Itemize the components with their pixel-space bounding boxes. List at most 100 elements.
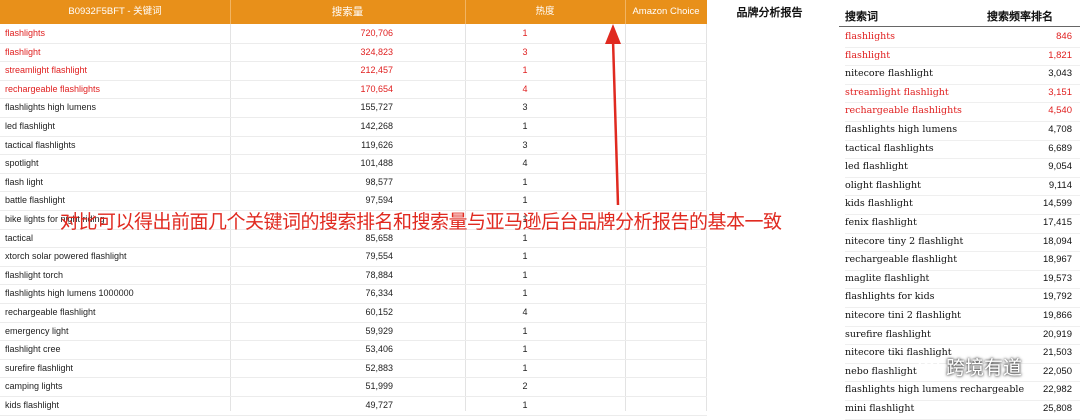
table-row[interactable]: tactical flashlights 119,626 3 bbox=[0, 136, 707, 156]
left-keyword-table: B0932F5BFT - 关键词 搜索量 热度 Amazon Choice fl… bbox=[0, 0, 707, 416]
cell-keyword[interactable]: surefire flashlight bbox=[5, 359, 73, 378]
cell-heat[interactable]: 3 bbox=[465, 98, 585, 117]
cell-search-volume[interactable]: 79,554 bbox=[365, 247, 393, 266]
search-frequency-rank: 19,792 bbox=[1042, 291, 1072, 303]
cell-keyword[interactable]: flash light bbox=[5, 173, 43, 192]
table-row[interactable]: xtorch solar powered flashlight 79,554 1 bbox=[0, 247, 707, 267]
search-term: nitecore tini 2 flashlight bbox=[845, 310, 962, 321]
header-heat[interactable]: 热度 bbox=[465, 0, 625, 24]
header-search-term: 搜索词 bbox=[845, 10, 878, 23]
cell-search-volume[interactable]: 53,406 bbox=[365, 340, 393, 359]
cell-keyword[interactable]: streamlight flashlight bbox=[5, 61, 87, 80]
cell-search-volume[interactable]: 60,152 bbox=[365, 303, 393, 322]
list-item: flashlight 1,821 bbox=[845, 47, 1080, 67]
cell-heat[interactable]: 4 bbox=[465, 303, 585, 322]
table-row[interactable]: rechargeable flashlight 60,152 4 bbox=[0, 303, 707, 323]
search-frequency-rank: 17,415 bbox=[1042, 217, 1072, 228]
search-frequency-rank: 3,151 bbox=[1048, 86, 1072, 98]
list-item: mini flashlight 25,808 bbox=[845, 400, 1080, 420]
cell-keyword[interactable]: rechargeable flashlights bbox=[5, 80, 100, 99]
search-term: nitecore flashlight bbox=[845, 68, 933, 80]
search-term: nitecore tiny 2 flashlight bbox=[845, 235, 964, 247]
cell-heat[interactable]: 1 bbox=[465, 284, 585, 303]
cell-search-volume[interactable]: 101,488 bbox=[360, 154, 393, 173]
cell-search-volume[interactable]: 142,268 bbox=[360, 117, 393, 136]
cell-search-volume[interactable]: 720,706 bbox=[360, 24, 393, 43]
brand-analysis-report: 品牌分析报告 搜索词 搜索频率排名 flashlights 846 flashlig… bbox=[707, 0, 1080, 420]
table-row[interactable]: kids flashlight 49,727 1 bbox=[0, 396, 707, 416]
cell-keyword[interactable]: tactical bbox=[5, 229, 33, 248]
cell-heat[interactable]: 1 bbox=[465, 322, 585, 341]
cell-search-volume[interactable]: 52,883 bbox=[365, 359, 393, 378]
header-amazon-choice[interactable]: Amazon Choice bbox=[625, 0, 707, 24]
cell-heat[interactable]: 1 bbox=[465, 396, 585, 415]
table-row[interactable]: flashlights 720,706 1 bbox=[0, 24, 707, 44]
cell-keyword[interactable]: spotlight bbox=[5, 154, 39, 173]
cell-keyword[interactable]: flashlights high lumens bbox=[5, 98, 96, 117]
cell-keyword[interactable]: battle flashlight bbox=[5, 191, 65, 210]
cell-keyword[interactable]: xtorch solar powered flashlight bbox=[5, 247, 127, 266]
table-row[interactable]: flashlights high lumens 155,727 3 bbox=[0, 98, 707, 118]
cell-heat[interactable]: 4 bbox=[465, 80, 585, 99]
cell-search-volume[interactable]: 212,457 bbox=[360, 61, 393, 80]
table-row[interactable]: flashlights high lumens 1000000 76,334 1 bbox=[0, 284, 707, 304]
cell-keyword[interactable]: rechargeable flashlight bbox=[5, 303, 96, 322]
cell-heat[interactable]: 3 bbox=[465, 43, 585, 62]
cell-search-volume[interactable]: 51,999 bbox=[365, 377, 393, 396]
table-row[interactable]: flashlight torch 78,884 1 bbox=[0, 266, 707, 286]
cell-keyword[interactable]: emergency light bbox=[5, 322, 69, 341]
watermark-text: 跨境有道 bbox=[946, 356, 1023, 379]
table-row[interactable]: surefire flashlight 52,883 1 bbox=[0, 359, 707, 379]
list-item: maglite flashlight 19,573 bbox=[845, 270, 1080, 290]
cell-keyword[interactable]: led flashlight bbox=[5, 117, 55, 136]
cell-search-volume[interactable]: 59,929 bbox=[365, 322, 393, 341]
table-row[interactable]: emergency light 59,929 1 bbox=[0, 322, 707, 342]
cell-keyword[interactable]: kids flashlight bbox=[5, 396, 59, 415]
header-search-volume[interactable]: 搜索量 bbox=[230, 0, 465, 24]
table-row[interactable]: streamlight flashlight 212,457 1 bbox=[0, 61, 707, 81]
cell-search-volume[interactable]: 78,884 bbox=[365, 266, 393, 285]
cell-heat[interactable]: 1 bbox=[465, 173, 585, 192]
cell-heat[interactable]: 1 bbox=[465, 61, 585, 80]
table-row[interactable]: rechargeable flashlights 170,654 4 bbox=[0, 80, 707, 100]
table-row[interactable]: camping lights 51,999 2 bbox=[0, 377, 707, 397]
cell-heat[interactable]: 1 bbox=[465, 247, 585, 266]
cell-search-volume[interactable]: 76,334 bbox=[365, 284, 393, 303]
search-frequency-rank: 6,689 bbox=[1048, 142, 1072, 154]
cell-heat[interactable]: 2 bbox=[465, 377, 585, 396]
table-row[interactable]: flashlight 324,823 3 bbox=[0, 43, 707, 63]
cell-search-volume[interactable]: 98,577 bbox=[365, 173, 393, 192]
search-term: rechargeable flashlight bbox=[845, 254, 958, 266]
cell-search-volume[interactable]: 324,823 bbox=[360, 43, 393, 62]
table-row[interactable]: led flashlight 142,268 1 bbox=[0, 117, 707, 137]
header-keyword[interactable]: B0932F5BFT - 关键词 bbox=[0, 0, 230, 24]
cell-heat[interactable]: 1 bbox=[465, 117, 585, 136]
cell-heat[interactable]: 1 bbox=[465, 359, 585, 378]
table-row[interactable]: flashlight cree 53,406 1 bbox=[0, 340, 707, 360]
cell-keyword[interactable]: flashlight torch bbox=[5, 266, 63, 285]
table-row[interactable]: spotlight 101,488 4 bbox=[0, 154, 707, 174]
cell-heat[interactable]: 4 bbox=[465, 154, 585, 173]
cell-keyword[interactable]: flashlight bbox=[5, 43, 41, 62]
search-term: surefire flashlight bbox=[845, 328, 931, 340]
cell-keyword[interactable]: tactical flashlights bbox=[5, 136, 76, 155]
cell-keyword[interactable]: flashlight cree bbox=[5, 340, 61, 359]
search-term: streamlight flashlight bbox=[845, 86, 949, 98]
search-term: flashlights high lumens bbox=[845, 124, 958, 135]
cell-search-volume[interactable]: 49,727 bbox=[365, 396, 393, 415]
cell-search-volume[interactable]: 170,654 bbox=[360, 80, 393, 99]
cell-keyword[interactable]: flashlights bbox=[5, 24, 45, 43]
list-item: nitecore tiny 2 flashlight 18,094 bbox=[845, 233, 1080, 253]
cell-search-volume[interactable]: 155,727 bbox=[360, 98, 393, 117]
cell-heat[interactable]: 1 bbox=[465, 24, 585, 43]
search-term: mini flashlight bbox=[845, 403, 915, 414]
cell-heat[interactable]: 3 bbox=[465, 136, 585, 155]
cell-search-volume[interactable]: 119,626 bbox=[361, 136, 393, 155]
cell-heat[interactable]: 1 bbox=[465, 340, 585, 359]
cell-keyword[interactable]: camping lights bbox=[5, 377, 63, 396]
cell-heat[interactable]: 1 bbox=[465, 266, 585, 285]
cell-keyword[interactable]: flashlights high lumens 1000000 bbox=[5, 284, 134, 303]
annotation-text: 对比可以得出前面几个关键词的搜索排名和搜索量与亚马逊后台品牌分析报告的基本一致 bbox=[60, 211, 782, 233]
search-frequency-rank: 20,919 bbox=[1042, 328, 1072, 340]
table-row[interactable]: flash light 98,577 1 bbox=[0, 173, 707, 193]
